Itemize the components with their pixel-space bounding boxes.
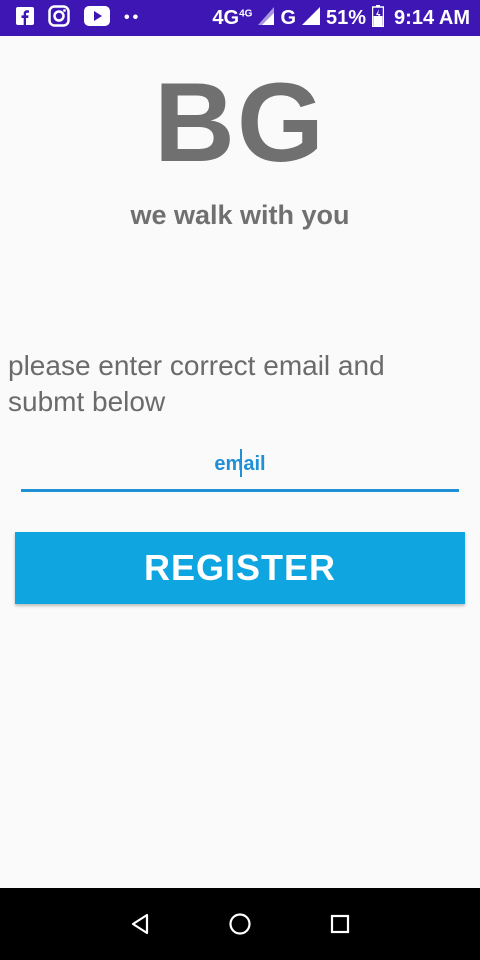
app-logo: BG <box>154 60 326 185</box>
email-placeholder: email <box>214 449 266 477</box>
text-cursor <box>240 449 243 477</box>
instagram-icon <box>48 4 70 32</box>
back-icon[interactable] <box>120 904 160 944</box>
battery-icon <box>371 4 385 32</box>
home-icon[interactable] <box>220 904 260 944</box>
status-bar: •• 4G4G G 51% 9:14 AM <box>0 0 480 36</box>
network-g: G <box>280 6 297 29</box>
signal-icon <box>258 6 275 30</box>
clock: 9:14 AM <box>394 6 470 29</box>
battery-percent: 51% <box>326 6 367 29</box>
signal-full-icon <box>302 6 321 30</box>
network-indicator: 4G4G <box>212 6 253 29</box>
youtube-icon <box>84 5 110 31</box>
facebook-icon <box>16 6 34 30</box>
instructions-text: please enter correct email and submt bel… <box>8 350 385 417</box>
navigation-bar <box>0 888 480 960</box>
register-button[interactable]: REGISTER <box>15 532 465 604</box>
more-dots-icon: •• <box>124 9 142 26</box>
tagline: we walk with you <box>130 200 350 230</box>
recents-icon[interactable] <box>320 904 360 944</box>
email-field[interactable]: email <box>21 440 459 492</box>
